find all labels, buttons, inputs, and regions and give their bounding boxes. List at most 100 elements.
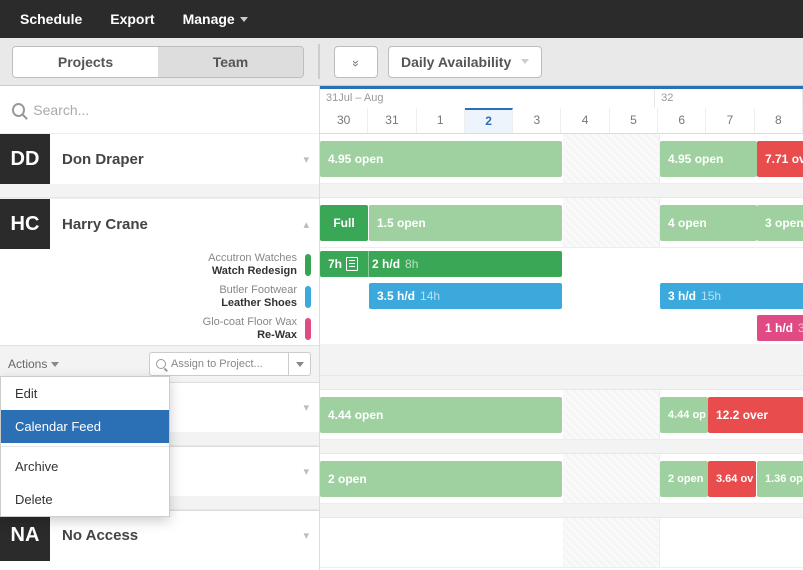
assign-project-input[interactable]	[171, 358, 282, 370]
over-bar[interactable]: 7.71 ove	[757, 141, 803, 177]
day-cell[interactable]: 7	[706, 108, 754, 133]
availability-bar[interactable]: 4.95 open	[660, 141, 757, 177]
day-cell[interactable]: 1	[417, 108, 465, 133]
timeline-subrow: 3.5 h/d14h 3 h/d15h	[320, 280, 803, 312]
timeline-row: 2 open 2 open 3.64 ov 1.36 op	[320, 454, 803, 504]
menu-item-calendar-feed[interactable]: Calendar Feed	[1, 410, 169, 443]
chevron-up-icon[interactable]: ▴	[303, 218, 309, 231]
assign-input-wrap	[149, 352, 289, 376]
availability-bar[interactable]: 3 open	[757, 205, 803, 241]
expand-collapse-button[interactable]: »	[334, 46, 378, 78]
timeline-body: 4.95 open 4.95 open 7.71 ove Full 1.5 op…	[320, 134, 803, 570]
menu-item-edit[interactable]: Edit	[1, 377, 169, 410]
double-chevron-icon: »	[349, 60, 363, 64]
day-cell-weekend[interactable]: 5	[610, 108, 658, 133]
timeline-row: 4.44 open 4.44 op 12.2 over	[320, 390, 803, 440]
tab-projects[interactable]: Projects	[13, 47, 158, 77]
availability-bar[interactable]: Full	[320, 205, 368, 241]
timeline-row: 4.95 open 4.95 open 7.71 ove	[320, 134, 803, 184]
search-row	[0, 86, 319, 134]
assignment-list: Accutron Watches Watch Redesign Butler F…	[0, 249, 319, 345]
timeline-subrow: 1 h/d3h	[320, 312, 803, 344]
chevron-down-icon	[521, 59, 529, 64]
person-name: No Access	[50, 513, 303, 558]
assign-dropdown-toggle[interactable]	[289, 352, 311, 376]
availability-bar[interactable]: 4.95 open	[320, 141, 562, 177]
day-cell[interactable]: 6	[658, 108, 706, 133]
menu-item-delete[interactable]: Delete	[1, 483, 169, 516]
separator	[1, 446, 169, 447]
weekend	[563, 134, 660, 183]
person-row-dd[interactable]: DD Don Draper ▾	[0, 134, 319, 184]
task-bar[interactable]: 1 h/d3h	[757, 315, 803, 341]
chevron-down-icon	[240, 17, 248, 22]
timeline-row: Full 1.5 open 4 open 3 open	[320, 198, 803, 248]
availability-bar[interactable]: 2 open	[660, 461, 708, 497]
divider	[318, 44, 320, 79]
color-pill	[305, 254, 311, 276]
day-cell-today[interactable]: 2	[465, 108, 513, 133]
over-bar[interactable]: 12.2 over	[708, 397, 803, 433]
menu-schedule[interactable]: Schedule	[20, 11, 82, 27]
search-icon	[12, 103, 25, 117]
day-cell[interactable]: 8	[755, 108, 803, 133]
day-cell-weekend[interactable]: 4	[561, 108, 609, 133]
avatar: DD	[0, 134, 50, 184]
timeline-header: 31 Jul – Aug 32 30 31 1 2 3 4 5 6 7 8	[320, 86, 803, 134]
over-bar[interactable]: 3.64 ov	[708, 461, 756, 497]
tab-team[interactable]: Team	[158, 47, 303, 77]
person-row-na[interactable]: NA No Access ▾	[0, 510, 319, 560]
context-menu: Edit Calendar Feed Archive Delete	[0, 376, 170, 517]
assignment-row[interactable]: Glo-coat Floor Wax Re-Wax	[0, 313, 319, 345]
chevron-down-icon	[51, 362, 59, 367]
menu-manage[interactable]: Manage	[183, 11, 248, 27]
timeline-row	[320, 518, 803, 568]
chevron-down-icon[interactable]: ▾	[303, 153, 309, 166]
day-cell[interactable]: 30	[320, 108, 368, 133]
color-pill	[305, 318, 311, 340]
chevron-down-icon[interactable]: ▾	[303, 465, 309, 478]
search-icon	[156, 359, 166, 369]
task-bar[interactable]: 7h 2 h/d 8h	[320, 251, 562, 277]
person-name: Harry Crane	[50, 202, 303, 247]
task-bar[interactable]: 3.5 h/d14h	[369, 283, 562, 309]
day-cell[interactable]: 3	[513, 108, 561, 133]
actions-dropdown[interactable]: Actions	[8, 357, 59, 371]
weekend	[563, 198, 660, 247]
week-number: 32	[655, 89, 803, 108]
days-row: 30 31 1 2 3 4 5 6 7 8	[320, 108, 803, 133]
day-cell[interactable]: 31	[368, 108, 416, 133]
top-menu: Schedule Export Manage	[0, 0, 803, 38]
assignment-row[interactable]: Accutron Watches Watch Redesign	[0, 249, 319, 281]
availability-bar[interactable]: 4.44 op	[660, 397, 708, 433]
chevron-down-icon[interactable]: ▾	[303, 401, 309, 414]
availability-bar[interactable]: 1.36 op	[757, 461, 803, 497]
chevron-down-icon[interactable]: ▾	[303, 529, 309, 542]
menu-item-archive[interactable]: Archive	[1, 450, 169, 483]
availability-bar[interactable]: 4 open	[660, 205, 757, 241]
note-icon	[346, 257, 358, 271]
weekend	[563, 390, 660, 439]
view-toggle: Projects Team	[12, 46, 304, 78]
actions-row: Actions Edit Calendar Feed Archive Delet…	[0, 345, 319, 382]
availability-bar[interactable]: 2 open	[320, 461, 562, 497]
menu-export[interactable]: Export	[110, 11, 154, 27]
color-pill	[305, 286, 311, 308]
month-label: Jul – Aug	[338, 92, 383, 104]
availability-dropdown[interactable]: Daily Availability	[388, 46, 542, 78]
person-row-hc[interactable]: HC Harry Crane ▴	[0, 198, 319, 249]
sidebar: DD Don Draper ▾ HC Harry Crane ▴ Accutro…	[0, 86, 320, 570]
week-number: 31 Jul – Aug	[320, 89, 655, 108]
avatar: HC	[0, 199, 50, 249]
timeline: 31 Jul – Aug 32 30 31 1 2 3 4 5 6 7 8	[320, 86, 803, 570]
availability-bar[interactable]: 4.44 open	[320, 397, 562, 433]
person-name: Don Draper	[50, 137, 303, 182]
avatar: NA	[0, 511, 50, 561]
availability-bar[interactable]: 1.5 open	[369, 205, 562, 241]
assignment-row[interactable]: Butler Footwear Leather Shoes	[0, 281, 319, 313]
task-bar[interactable]: 3 h/d15h	[660, 283, 803, 309]
search-input[interactable]	[33, 102, 307, 118]
chevron-down-icon	[296, 362, 304, 367]
weekend	[563, 518, 660, 567]
timeline-subrow: 7h 2 h/d 8h	[320, 248, 803, 280]
